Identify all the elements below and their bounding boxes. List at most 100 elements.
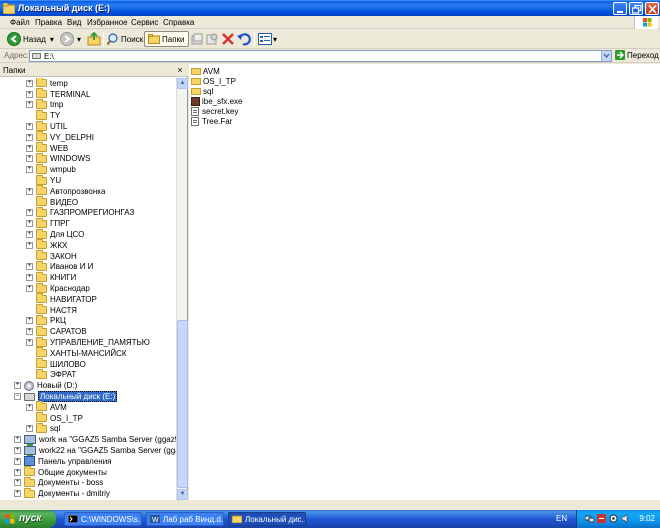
close-pane-icon[interactable]: × — [175, 65, 185, 75]
tree-item[interactable]: + temp — [26, 78, 68, 89]
menu-edit[interactable]: Правка — [35, 18, 62, 27]
expand-icon[interactable]: + — [26, 155, 33, 163]
close-button[interactable] — [645, 2, 659, 15]
address-dropdown-button[interactable] — [601, 51, 611, 61]
expand-icon[interactable]: + — [26, 209, 33, 217]
tree-item[interactable]: + Краснодар — [26, 282, 90, 294]
address-input[interactable]: E:\ — [29, 50, 612, 62]
forward-button[interactable]: ▾ — [60, 31, 81, 47]
expand-icon[interactable]: + — [14, 382, 21, 390]
taskbar-button-cmd[interactable]: C:\WINDOWS\s... — [64, 512, 142, 526]
expand-icon[interactable]: + — [26, 79, 33, 87]
tree-item[interactable]: + Общие документы — [14, 466, 107, 478]
expand-icon[interactable]: + — [26, 123, 33, 131]
menu-favorites[interactable]: Избранное — [87, 18, 128, 27]
expand-icon[interactable]: + — [14, 447, 21, 455]
expand-icon[interactable]: + — [26, 133, 33, 141]
tree-item[interactable]: + VY_DELPHI — [26, 131, 94, 143]
taskbar-button-explorer[interactable]: Локальный дис... — [228, 512, 306, 526]
views-dropdown-icon[interactable]: ▾ — [273, 35, 277, 44]
tree-item[interactable]: + AVM — [26, 401, 67, 413]
tree-item[interactable]: + ГАЗПРОМРЕГИОНГАЗ — [26, 206, 134, 219]
tree-item[interactable]: НАВИГАТОР — [26, 293, 97, 305]
tree-item[interactable]: + WINDOWS — [26, 152, 90, 165]
maximize-button[interactable] — [629, 2, 643, 15]
expand-icon[interactable]: + — [14, 490, 21, 498]
minimize-button[interactable] — [613, 2, 627, 15]
expand-icon[interactable]: + — [26, 339, 33, 347]
tree-item[interactable]: + Документы - dmitriy — [14, 487, 110, 499]
views-button[interactable]: ▾ — [258, 31, 277, 47]
tree-item[interactable]: + work22 на "GGAZ5 Samba Server (ggaz5)" — [14, 445, 176, 458]
expand-icon[interactable]: + — [26, 166, 33, 174]
tree-item[interactable]: + САРАТОВ — [26, 325, 87, 337]
expand-icon[interactable]: + — [26, 101, 33, 109]
undo-button[interactable] — [237, 31, 251, 47]
expand-icon[interactable]: + — [26, 90, 33, 98]
delete-button[interactable] — [222, 31, 234, 47]
start-button[interactable]: пуск — [0, 510, 56, 528]
title-bar[interactable]: Локальный диск (E:) — [0, 0, 660, 16]
tree-item[interactable]: + ЖКХ — [26, 239, 67, 251]
move-to-button[interactable] — [190, 31, 204, 47]
scroll-thumb[interactable] — [177, 320, 188, 488]
tree-item[interactable]: − Локальный диск (E:) — [14, 391, 118, 403]
network-tray-icon[interactable] — [585, 514, 594, 523]
antivirus-tray-icon[interactable] — [597, 514, 606, 523]
scroll-down-icon[interactable]: ▼ — [177, 489, 188, 500]
scroll-up-icon[interactable]: ▲ — [177, 78, 188, 89]
tree-item[interactable]: + ГПРГ — [26, 217, 70, 229]
file-item[interactable]: OS_I_TP — [191, 76, 236, 86]
expand-icon[interactable]: + — [26, 317, 33, 325]
expand-icon[interactable]: + — [14, 468, 21, 476]
tree-item[interactable]: + Новый (D:) — [14, 380, 77, 391]
tree-item[interactable]: ХАНТЫ-МАНСИЙСК — [26, 347, 127, 359]
tree-item[interactable]: + Панель управления — [14, 456, 112, 467]
tree-item[interactable]: + РКЦ — [26, 314, 66, 327]
file-item[interactable]: sql — [191, 86, 213, 96]
tree-item[interactable]: YU — [26, 174, 61, 186]
menu-file[interactable]: Файл — [10, 18, 30, 27]
tree-scrollbar[interactable]: ▲ ▼ — [176, 78, 188, 500]
tree-item[interactable]: + Иванов И И — [26, 260, 93, 273]
tree-item[interactable]: + УПРАВЛЕНИЕ_ПАМЯТЬЮ — [26, 336, 150, 348]
expand-icon[interactable]: + — [26, 328, 33, 336]
tree-item[interactable]: + КНИГИ — [26, 271, 76, 283]
tree-item[interactable]: НАСТЯ — [26, 304, 77, 316]
tree-item[interactable]: + Документы - boss — [14, 476, 103, 489]
menu-tools[interactable]: Сервис — [131, 18, 158, 27]
tree-item[interactable]: + Автопрозвонка — [26, 185, 105, 197]
tree-item[interactable]: + TERMINAL — [26, 88, 90, 100]
back-dropdown-icon[interactable]: ▾ — [50, 35, 54, 44]
tree-item[interactable]: + UTIL — [26, 120, 67, 132]
menu-view[interactable]: Вид — [67, 18, 81, 27]
settings-tray-icon[interactable] — [609, 514, 618, 523]
expand-icon[interactable]: + — [26, 144, 33, 152]
collapse-icon[interactable]: − — [14, 393, 21, 401]
tree-item[interactable]: ШИЛОВО — [26, 358, 86, 370]
file-item[interactable]: secret.key — [191, 106, 238, 116]
expand-icon[interactable]: + — [26, 274, 33, 282]
tree-item[interactable]: TY — [26, 109, 60, 121]
tree-item[interactable]: + Для ЦСО — [26, 228, 84, 240]
tree-item[interactable]: + wmpub — [26, 163, 76, 175]
expand-icon[interactable]: + — [26, 285, 33, 293]
language-indicator[interactable]: EN — [556, 514, 567, 523]
expand-icon[interactable]: + — [26, 231, 33, 239]
tree-item[interactable]: ВИДЕО — [26, 196, 78, 208]
expand-icon[interactable]: + — [14, 436, 21, 444]
expand-icon[interactable]: + — [26, 425, 33, 433]
folders-button[interactable]: Папки — [144, 31, 189, 47]
tree-item[interactable]: + sql — [26, 422, 60, 435]
volume-tray-icon[interactable] — [621, 514, 630, 523]
file-item[interactable]: Tree.Far — [191, 116, 232, 126]
expand-icon[interactable]: + — [26, 187, 33, 195]
copy-to-button[interactable] — [205, 31, 219, 47]
tree-item[interactable]: ЭФРАТ — [26, 368, 76, 381]
expand-icon[interactable]: + — [26, 241, 33, 249]
expand-icon[interactable]: + — [26, 403, 33, 411]
tree-item[interactable]: OS_I_TP — [26, 412, 83, 424]
search-button[interactable]: Поиск — [107, 31, 143, 47]
file-item[interactable]: ibe_sfx.exe — [191, 96, 242, 106]
expand-icon[interactable]: + — [26, 220, 33, 228]
